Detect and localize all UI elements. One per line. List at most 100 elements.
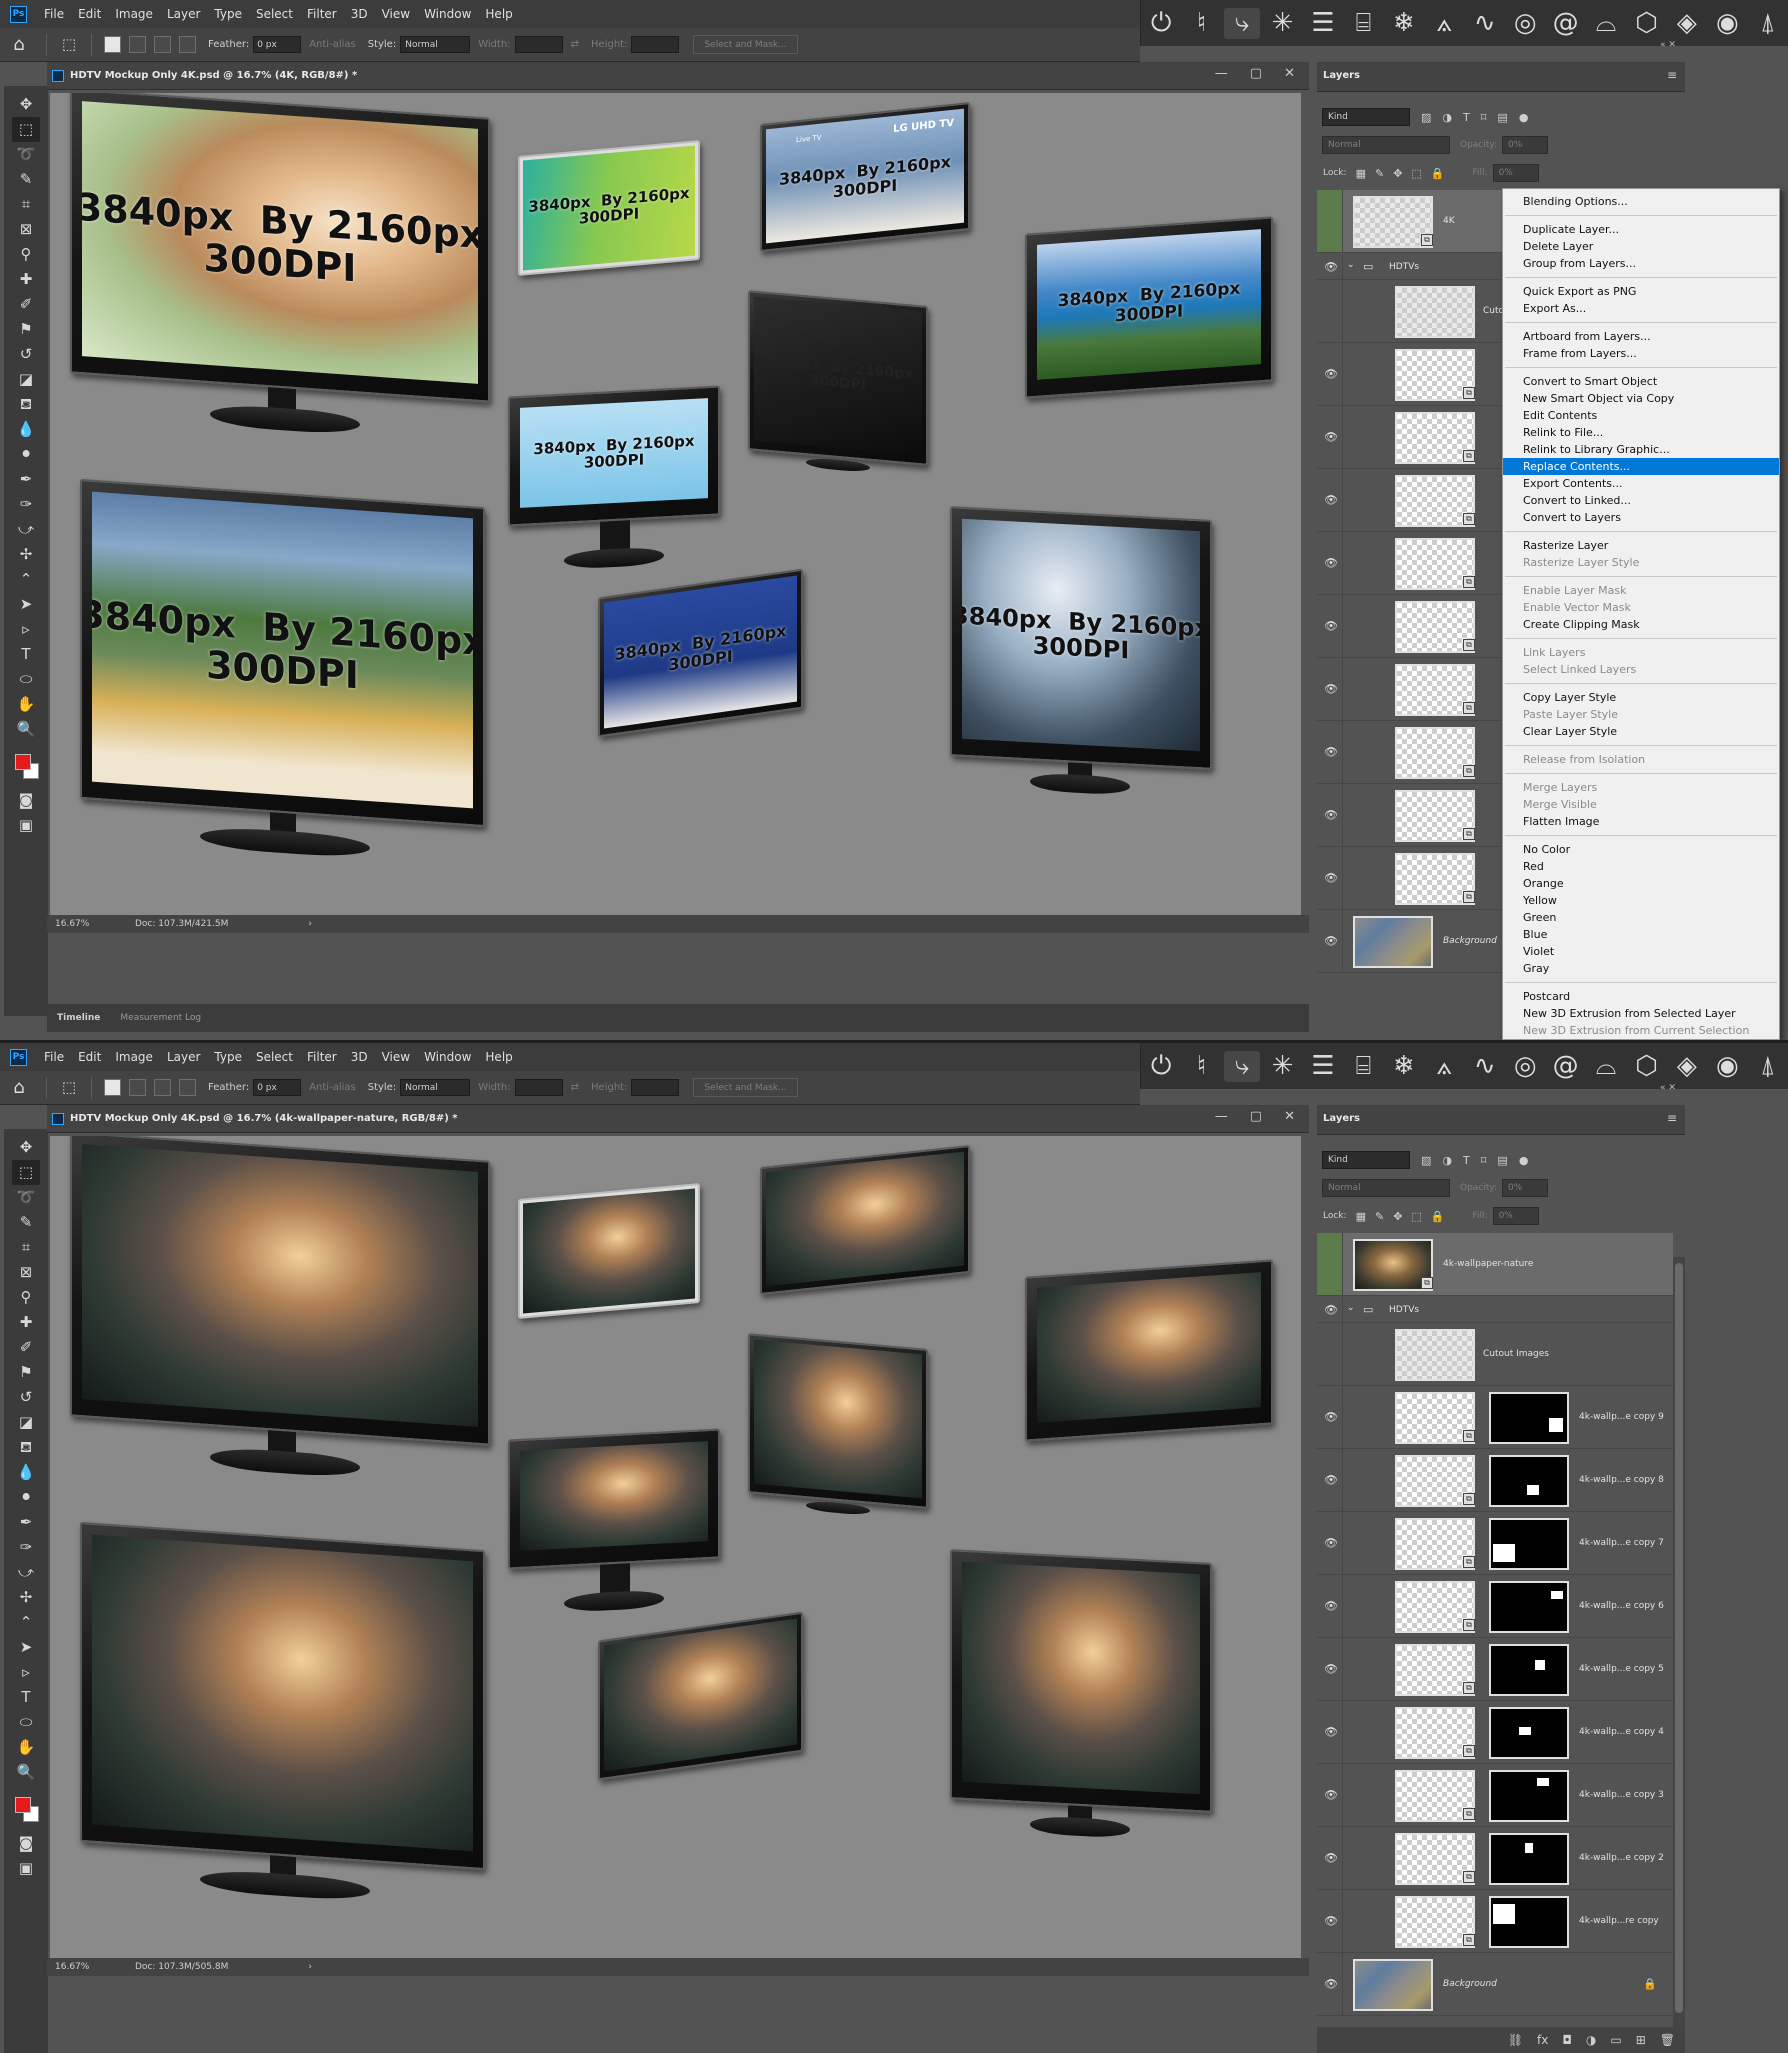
menu-3d[interactable]: 3D [344, 1050, 375, 1064]
layer-row[interactable]: 👁 ⧉ 4k-wallp...e copy 3 [1317, 1764, 1673, 1827]
eraser-tool-icon[interactable]: ◪ [12, 367, 40, 392]
minimize-icon[interactable]: — [1215, 66, 1228, 81]
context-menu-item[interactable]: Release from Isolation [1503, 751, 1779, 768]
curve-tool-icon[interactable]: ⤷ [1224, 7, 1261, 39]
screen-mode-icon[interactable]: ▣ [12, 1856, 40, 1881]
select-and-mask-button[interactable]: Select and Mask... [693, 1078, 798, 1097]
zigzag-icon[interactable]: ∿ [1467, 1051, 1503, 1081]
new-selection-button[interactable] [104, 36, 121, 53]
type-tool-icon[interactable]: T [12, 642, 40, 667]
menu-layer[interactable]: Layer [160, 7, 207, 21]
blur-tool-icon[interactable]: 💧 [12, 1460, 40, 1485]
add-anchor-tool-icon[interactable]: ✢ [12, 1585, 40, 1610]
new-selection-button[interactable] [104, 1079, 121, 1096]
blend-mode-select[interactable]: Normal [1322, 1179, 1450, 1197]
curve-tool-icon[interactable]: ⤷ [1224, 1050, 1261, 1082]
cylinder-icon[interactable]: ⌓ [1588, 8, 1624, 39]
menu-file[interactable]: File [37, 1050, 71, 1064]
spiral-icon[interactable]: @ [1548, 1051, 1584, 1081]
document-tab[interactable]: HDTV Mockup Only 4K.psd @ 16.7% (4K, RGB… [47, 62, 1309, 90]
shape-filter-icon[interactable]: ⌑ [1481, 111, 1487, 124]
layer-mask-thumbnail[interactable] [1489, 1896, 1569, 1948]
pen-path-icon[interactable]: ♮ [1184, 1051, 1220, 1081]
context-menu-item[interactable]: Rasterize Layer Style [1503, 554, 1779, 571]
hand-tool-icon[interactable]: ✋ [12, 692, 40, 717]
lasso-tool-icon[interactable]: ➰ [12, 142, 40, 167]
ring-icon[interactable]: ◎ [1507, 1051, 1543, 1081]
context-menu-item[interactable]: Clear Layer Style [1503, 723, 1779, 740]
chevron-down-icon[interactable]: ⌄ [1347, 1303, 1355, 1313]
context-menu-item[interactable]: Paste Layer Style [1503, 706, 1779, 723]
marquee-preset-icon[interactable]: ⬚ [55, 32, 83, 57]
zoom-level[interactable]: 16.67% [55, 1962, 135, 1972]
layer-row[interactable]: Cutout Images [1317, 1323, 1673, 1386]
style-select[interactable]: Normal [400, 1079, 471, 1096]
pen-tool-icon[interactable]: ✒ [12, 1510, 40, 1535]
lock-transparent-icon[interactable]: ▦ [1356, 167, 1366, 180]
minimize-icon[interactable]: — [1215, 1109, 1228, 1124]
swap-icon[interactable]: ⇄ [571, 1082, 579, 1093]
screen-mode-icon[interactable]: ▣ [12, 813, 40, 838]
burst-icon[interactable]: ✳ [1265, 8, 1301, 38]
collapse-panel-icon[interactable]: « ✕ [1660, 1083, 1676, 1093]
tab-measurement-log[interactable]: Measurement Log [110, 1013, 211, 1023]
maximize-icon[interactable]: ▢ [1250, 1109, 1262, 1124]
pixel-filter-icon[interactable]: ▨ [1421, 111, 1431, 124]
filter-toggle-icon[interactable]: ● [1519, 111, 1529, 124]
ring-icon[interactable]: ◎ [1507, 8, 1543, 38]
eye-icon[interactable]: 👁 [1324, 746, 1338, 759]
blur-tool-icon[interactable]: 💧 [12, 417, 40, 442]
home-icon[interactable]: ⌂ [0, 1077, 38, 1098]
quick-select-tool-icon[interactable]: ✎ [12, 167, 40, 192]
burst-icon[interactable]: ✳ [1265, 1051, 1301, 1081]
smart-filter-icon[interactable]: ▤ [1497, 111, 1507, 124]
context-menu-item[interactable]: New 3D Extrusion from Current Selection [1503, 1022, 1779, 1039]
direct-select-tool-icon[interactable]: ▹ [12, 617, 40, 642]
brush-tool-icon[interactable]: ✐ [12, 1335, 40, 1360]
context-menu-item[interactable]: Quick Export as PNG [1503, 283, 1779, 300]
chevron-right-icon[interactable]: › [308, 1962, 312, 1972]
layer-row-background[interactable]: 👁 Background 🔒 [1317, 1953, 1673, 2016]
menu-image[interactable]: Image [108, 7, 160, 21]
layer-row[interactable]: 👁 ⧉ 4k-wallp...e copy 9 [1317, 1386, 1673, 1449]
shape-tool-icon[interactable]: ⬭ [12, 667, 40, 692]
layer-row[interactable]: 👁 ⧉ 4k-wallp...e copy 8 [1317, 1449, 1673, 1512]
shape-filter-icon[interactable]: ⌑ [1481, 1154, 1487, 1167]
close-icon[interactable]: ✕ [1284, 66, 1295, 81]
frame-icon[interactable]: ⌸ [1345, 1051, 1381, 1082]
context-menu-item[interactable]: Enable Layer Mask [1503, 582, 1779, 599]
layer-row[interactable]: 👁 ⧉ 4k-wallp...e copy 2 [1317, 1827, 1673, 1890]
curvature-pen-tool-icon[interactable]: ⤻ [12, 517, 40, 542]
quick-mask-icon[interactable]: ◙ [12, 788, 40, 813]
subtract-selection-button[interactable] [154, 1079, 171, 1096]
maximize-icon[interactable]: ▢ [1250, 66, 1262, 81]
eyedropper-tool-icon[interactable]: ⚲ [12, 1285, 40, 1310]
lines-icon[interactable]: ☰ [1305, 8, 1341, 38]
menu-layer[interactable]: Layer [160, 1050, 207, 1064]
convert-point-tool-icon[interactable]: ⌃ [12, 567, 40, 592]
stamp-tool-icon[interactable]: ⚑ [12, 1360, 40, 1385]
shape-tool-icon[interactable]: ⬭ [12, 1710, 40, 1735]
power-icon[interactable]: ⏻ [1143, 1051, 1179, 1082]
menu-window[interactable]: Window [417, 7, 478, 21]
menu-view[interactable]: View [375, 1050, 417, 1064]
anti-alias-checkbox[interactable]: Anti-alias [309, 1082, 356, 1093]
lock-pixels-icon[interactable]: ✎ [1375, 167, 1384, 180]
layer-mask-thumbnail[interactable] [1489, 1707, 1569, 1759]
layers-scrollbar[interactable] [1673, 1257, 1685, 2027]
compass-icon[interactable]: ⍋ [1750, 8, 1786, 39]
context-menu-item[interactable]: Enable Vector Mask [1503, 599, 1779, 616]
context-menu-item[interactable]: Merge Visible [1503, 796, 1779, 813]
brush-tool-icon[interactable]: ✐ [12, 292, 40, 317]
eye-icon[interactable]: 👁 [1324, 872, 1338, 885]
menu-file[interactable]: File [37, 7, 71, 21]
foreground-color-swatch[interactable] [15, 754, 31, 770]
quick-mask-icon[interactable]: ◙ [12, 1831, 40, 1856]
cube-icon[interactable]: ⬡ [1628, 8, 1664, 38]
new-group-icon[interactable]: ▭ [1610, 2033, 1621, 2047]
context-menu-item[interactable]: Relink to Library Graphic... [1503, 441, 1779, 458]
dodge-tool-icon[interactable]: ⚫ [12, 1485, 40, 1510]
context-menu-item[interactable]: Merge Layers [1503, 779, 1779, 796]
menu-select[interactable]: Select [249, 7, 300, 21]
context-menu-item[interactable]: Link Layers [1503, 644, 1779, 661]
